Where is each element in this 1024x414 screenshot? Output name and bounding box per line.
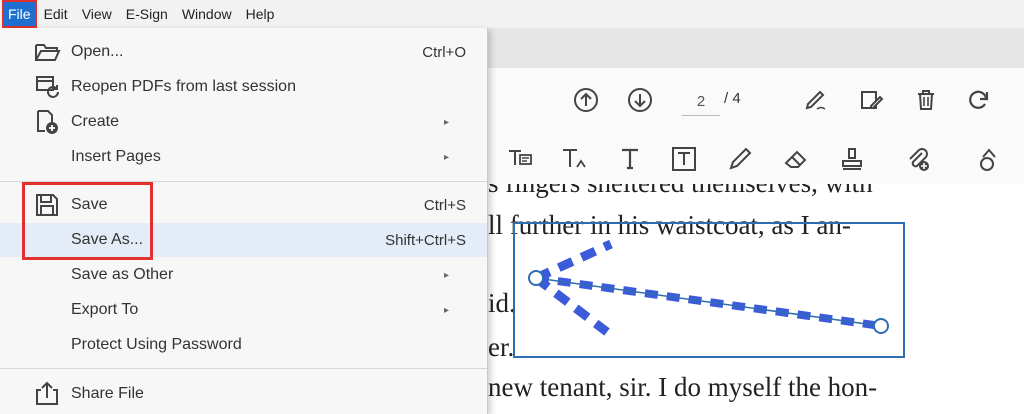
- menu-item-label: Open...: [71, 43, 124, 60]
- fill-sign-icon[interactable]: [800, 84, 832, 116]
- submenu-arrow-icon: ▸: [443, 304, 449, 316]
- document-text-line: s fingers sheltered themselves, with: [488, 184, 873, 199]
- next-page-icon[interactable]: [624, 84, 656, 116]
- menu-bar: File Edit View E-Sign Window Help: [0, 0, 1024, 28]
- menu-item-label: Share File: [71, 385, 144, 402]
- insert-text-icon[interactable]: [558, 143, 590, 175]
- menu-item-open[interactable]: Open... Ctrl+O: [0, 35, 487, 69]
- menu-edit[interactable]: Edit: [37, 0, 75, 28]
- shapes-icon[interactable]: [972, 143, 1004, 175]
- arrow-annotation[interactable]: [513, 222, 905, 358]
- text-box-icon[interactable]: [668, 143, 700, 175]
- menu-item-label: Insert Pages: [71, 148, 161, 165]
- document-text-line: new tenant, sir. I do myself the hon-: [488, 372, 878, 402]
- edit-pdf-icon[interactable]: [855, 84, 887, 116]
- rotate-icon[interactable]: [963, 84, 995, 116]
- menu-item-share-file[interactable]: Share File: [0, 377, 487, 411]
- menu-item-save-as-other[interactable]: Save as Other ▸: [0, 258, 487, 292]
- page-navigation-toolbar: [488, 68, 1024, 135]
- document-text-line: id.: [488, 288, 516, 318]
- menu-view[interactable]: View: [75, 0, 119, 28]
- add-text-icon[interactable]: [614, 143, 646, 175]
- menu-item-reopen[interactable]: Reopen PDFs from last session: [0, 70, 487, 104]
- page-number-input[interactable]: [682, 87, 720, 116]
- menu-item-protect-password[interactable]: Protect Using Password: [0, 328, 487, 362]
- share-icon: [32, 379, 62, 409]
- stamp-icon[interactable]: [836, 143, 868, 175]
- attach-file-icon[interactable]: [902, 143, 934, 175]
- document-text-line: er.: [488, 332, 515, 362]
- folder-open-icon: [32, 37, 62, 67]
- menu-help[interactable]: Help: [239, 0, 282, 28]
- menu-item-shortcut: Shift+Ctrl+S: [385, 231, 466, 249]
- menu-file[interactable]: File: [2, 0, 37, 28]
- menu-item-insert-pages[interactable]: Insert Pages ▸: [0, 140, 487, 174]
- menu-esign[interactable]: E-Sign: [119, 0, 175, 28]
- menu-item-create[interactable]: Create ▸: [0, 105, 487, 139]
- previous-page-icon[interactable]: [570, 84, 602, 116]
- menu-item-label: Create: [71, 113, 120, 130]
- menu-window[interactable]: Window: [175, 0, 239, 28]
- create-pdf-icon: [32, 107, 62, 137]
- pencil-icon[interactable]: [724, 143, 756, 175]
- menu-separator: [0, 368, 487, 369]
- submenu-arrow-icon: ▸: [443, 151, 449, 163]
- menu-item-export-to[interactable]: Export To ▸: [0, 293, 487, 327]
- page-total-label: / 4: [724, 90, 741, 107]
- menu-item-shortcut: Ctrl+S: [423, 196, 466, 214]
- reopen-icon: [32, 72, 62, 102]
- menu-item-label: Protect Using Password: [71, 336, 242, 353]
- submenu-arrow-icon: ▸: [443, 269, 449, 281]
- trash-icon[interactable]: [910, 84, 942, 116]
- eraser-icon[interactable]: [780, 143, 812, 175]
- menu-item-label: Reopen PDFs from last session: [71, 78, 296, 95]
- annotation-start-handle: [528, 270, 544, 286]
- text-comment-icon[interactable]: [504, 143, 536, 175]
- annotation-end-handle: [873, 318, 889, 334]
- submenu-arrow-icon: ▸: [443, 116, 449, 128]
- menu-item-shortcut: Ctrl+O: [422, 43, 466, 61]
- menu-item-label: Export To: [71, 301, 139, 318]
- menu-item-label: Save as Other: [71, 266, 174, 283]
- save-items-highlight-box: [22, 182, 153, 260]
